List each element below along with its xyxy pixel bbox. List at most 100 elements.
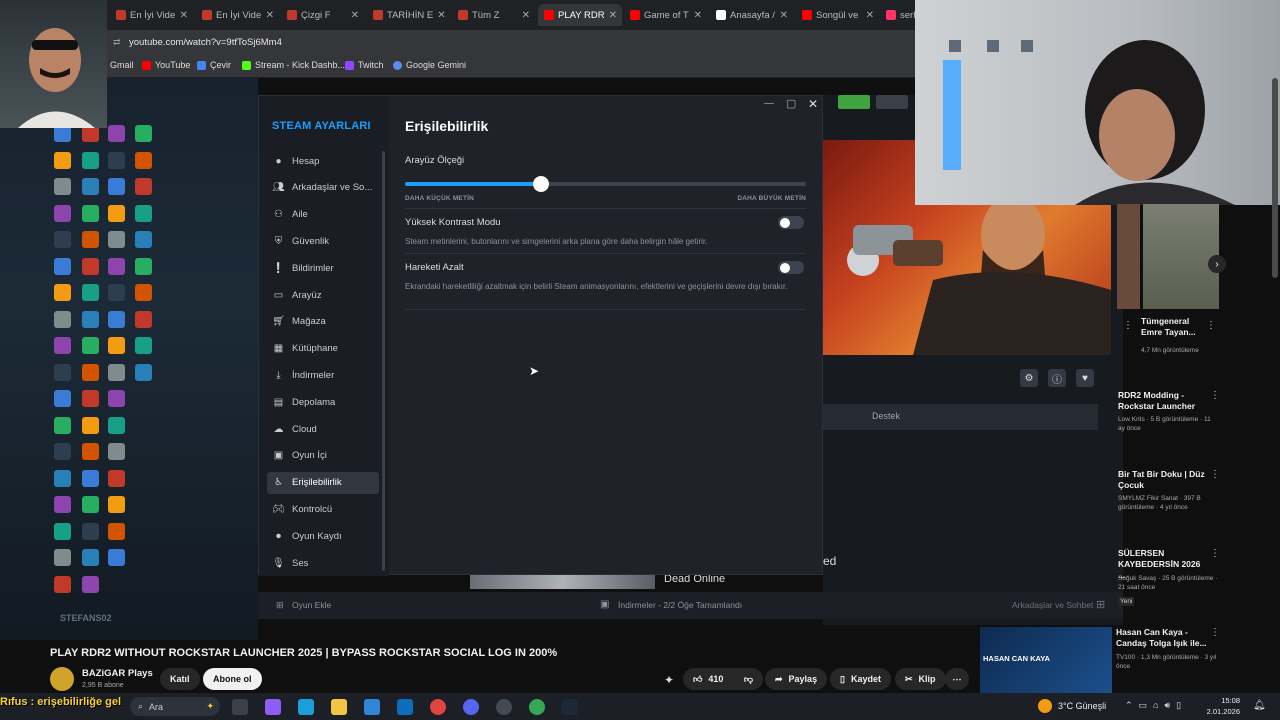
desktop-app-icon[interactable] xyxy=(108,337,125,354)
bookmark-twitch[interactable]: Twitch xyxy=(345,60,384,70)
contrast-toggle[interactable] xyxy=(778,216,804,229)
chevron-right-icon[interactable]: › xyxy=(1208,255,1226,273)
sidebar-video-title[interactable]: Hasan Can Kaya - Candaş Tolga Işık ile..… xyxy=(1116,627,1208,649)
sparkle-icon[interactable]: ✦ xyxy=(664,673,674,687)
desktop-app-icon[interactable] xyxy=(54,284,71,301)
browser-tab[interactable]: Songül ve ✕ xyxy=(796,4,880,26)
friends-online-icon[interactable] xyxy=(838,95,870,109)
desktop-app-icon[interactable] xyxy=(135,257,152,275)
desktop-app-icon[interactable] xyxy=(82,416,99,434)
desktop-app-icon[interactable] xyxy=(135,231,152,248)
sidebar-item-download[interactable]: ⤓ İndirmeler xyxy=(267,364,379,386)
desktop-app-icon[interactable] xyxy=(108,125,125,142)
copilot-icon[interactable] xyxy=(265,699,281,715)
page-scrollbar[interactable] xyxy=(1272,78,1278,278)
bookmark-translate[interactable]: Çevir xyxy=(197,60,231,70)
bookmark-youtube[interactable]: YouTube xyxy=(142,60,190,70)
scale-slider-track[interactable] xyxy=(405,176,806,192)
sidebar-item-monitor[interactable]: ▭ Arayüz xyxy=(267,284,379,306)
desktop-app-icon[interactable] xyxy=(108,257,125,275)
sidebar-item-microphone[interactable]: 🎙︎ Ses xyxy=(267,552,379,574)
more-icon[interactable]: ⋮ xyxy=(1210,390,1220,401)
desktop-app-icon[interactable] xyxy=(108,549,125,566)
sidebar-item-notification[interactable]: ❕ Bildirimler xyxy=(267,257,379,279)
close-tab-icon[interactable]: ✕ xyxy=(694,10,702,21)
desktop-app-icon[interactable] xyxy=(135,204,152,222)
desktop-app-icon[interactable] xyxy=(108,151,125,169)
sidebar-item-cloud[interactable]: ☁ Cloud xyxy=(267,418,379,440)
desktop-app-icon[interactable] xyxy=(108,310,125,328)
bookmark-gmail[interactable]: Gmail xyxy=(110,60,134,70)
obs-icon[interactable] xyxy=(496,699,512,715)
clock-time[interactable]: 15:08 xyxy=(1205,696,1240,705)
sidebar-item-grid[interactable]: ▦ Kütüphane xyxy=(267,338,379,360)
sidebar-item-accessibility[interactable]: ♿︎ Erişilebilirlik xyxy=(267,471,379,494)
desktop-app-icon[interactable] xyxy=(108,443,125,460)
desktop-app-icon[interactable] xyxy=(82,390,99,407)
more-icon[interactable]: ⋮ xyxy=(1210,469,1220,480)
desktop-app-icon[interactable] xyxy=(54,549,71,566)
desktop-app-icon[interactable] xyxy=(54,416,71,434)
desktop-app-icon[interactable] xyxy=(82,363,99,381)
url-text[interactable]: youtube.com/watch?v=9tfToSj6Mm4 xyxy=(129,37,282,48)
announcement-icon[interactable] xyxy=(876,95,908,109)
site-info-icon[interactable]: ⇄ xyxy=(113,37,121,48)
desktop-app-icon[interactable] xyxy=(82,337,99,354)
motion-toggle[interactable] xyxy=(778,261,804,274)
desktop-app-icon[interactable] xyxy=(54,151,71,169)
browser-tab[interactable]: Game of T ✕ xyxy=(624,4,708,26)
save-button[interactable]: ▯ Kaydet xyxy=(830,668,891,690)
desktop-app-icon[interactable] xyxy=(54,390,71,407)
close-tab-icon[interactable]: ✕ xyxy=(180,10,188,21)
desktop-app-icon[interactable] xyxy=(82,257,99,275)
tray-icons[interactable]: ⌃▭⌂🔊︎▯ xyxy=(1125,700,1187,711)
outlook-icon[interactable] xyxy=(397,699,413,715)
sidebar-item-family[interactable]: ⚇ Aile xyxy=(267,204,379,226)
browser-tab[interactable]: Tüm Z ✕ xyxy=(452,4,536,26)
sidebar-video-title[interactable]: Bir Tat Bir Doku | Düz Çocuk xyxy=(1118,469,1206,491)
desktop-app-icon[interactable] xyxy=(82,284,99,301)
clock-date[interactable]: 2.01.2026 xyxy=(1197,707,1240,716)
desktop-app-icon[interactable] xyxy=(54,310,71,328)
desktop-app-icon[interactable] xyxy=(82,151,99,169)
desktop-app-icon[interactable] xyxy=(82,178,99,195)
sidebar-thumbnail[interactable] xyxy=(1143,204,1219,309)
info-icon[interactable]: ⓘ xyxy=(1048,369,1066,387)
file-explorer-icon[interactable] xyxy=(331,699,347,715)
desktop-app-icon[interactable] xyxy=(108,416,125,434)
sidebar-item-user[interactable]: ● Hesap xyxy=(267,150,379,172)
desktop-app-icon[interactable] xyxy=(108,204,125,222)
sidebar-video-title[interactable]: RDR2 Modding - Rockstar Launcher xyxy=(1118,390,1206,412)
sidebar-item-controller[interactable]: 🎮︎ Kontrolcü xyxy=(267,498,379,520)
desktop-app-icon[interactable] xyxy=(108,390,125,407)
desktop-app-icon[interactable] xyxy=(54,522,71,540)
desktop-app-icon[interactable] xyxy=(135,151,152,169)
desktop-app-icon[interactable] xyxy=(54,257,71,275)
friends-chat-button[interactable]: Arkadaşlar ve Sohbet xyxy=(1012,600,1093,610)
edge-icon[interactable] xyxy=(298,699,314,715)
discord-icon[interactable] xyxy=(463,699,479,715)
store-icon[interactable] xyxy=(364,699,380,715)
downloads-status[interactable]: İndirmeler - 2/2 Öğe Tamamlandı xyxy=(618,600,742,610)
browser-tab[interactable]: Çizgi F ✕ xyxy=(281,4,365,26)
taskbar-search[interactable]: ⌕ Ara ✦ xyxy=(130,697,220,716)
sidebar-thumbnail[interactable]: HASAN CAN KAYA xyxy=(980,627,1112,693)
desktop-app-icon[interactable] xyxy=(54,469,71,487)
more-icon[interactable]: ⋮ xyxy=(1210,548,1220,559)
chrome-alt-icon[interactable] xyxy=(529,699,545,715)
avatar[interactable] xyxy=(50,667,74,691)
desktop-app-icon[interactable] xyxy=(108,496,125,513)
desktop-app-icon[interactable] xyxy=(135,284,152,301)
bookmark-kick[interactable]: Stream - Kick Dashb... xyxy=(242,60,345,70)
add-game-button[interactable]: Oyun Ekle xyxy=(292,600,331,610)
desktop-app-icon[interactable] xyxy=(82,204,99,222)
desktop-app-icon[interactable] xyxy=(108,469,125,487)
friends-chat-icon[interactable]: ⊞ xyxy=(1096,598,1105,611)
heart-icon[interactable]: ♥ xyxy=(1076,369,1094,387)
desktop-app-icon[interactable] xyxy=(54,231,71,248)
sidebar-item-ingame[interactable]: ▣ Oyun İçi xyxy=(267,445,379,467)
desktop-app-icon[interactable] xyxy=(54,337,71,354)
browser-tab[interactable]: En İyi Vide ✕ xyxy=(196,4,280,26)
desktop-app-icon[interactable] xyxy=(108,363,125,381)
sidebar-thumbnail[interactable] xyxy=(1117,204,1140,309)
